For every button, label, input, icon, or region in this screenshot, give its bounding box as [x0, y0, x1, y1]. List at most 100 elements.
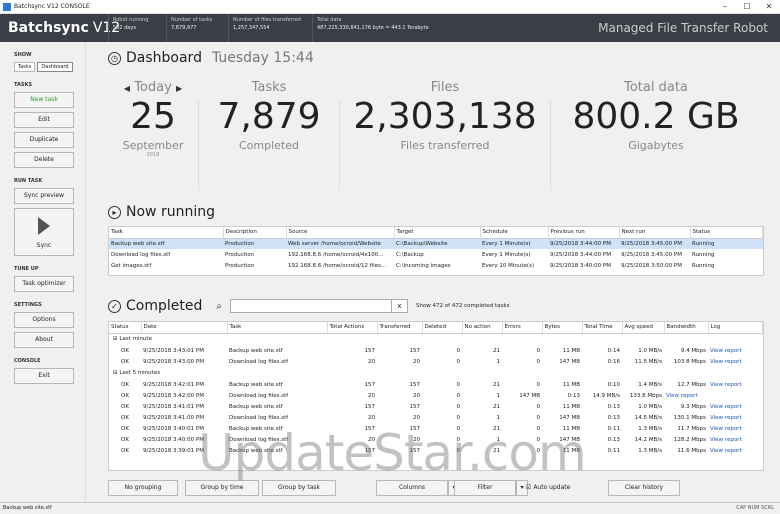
dashboard-heading: ◷ Dashboard Tuesday 15:44 — [108, 50, 768, 66]
next-day-icon[interactable]: ▶ — [176, 84, 182, 93]
options-button[interactable]: Options — [14, 312, 74, 328]
table-cell: 11 MB — [562, 347, 580, 354]
group-by-time-button[interactable]: Group by time — [185, 480, 259, 496]
table-cell: 1 — [496, 358, 501, 365]
table-cell: 9/25/2018 3:45:00 PM — [619, 238, 690, 249]
table-cell: OK — [121, 436, 129, 443]
table-row[interactable]: Get images.stf Production 192.168.8.6 /hom… — [109, 260, 763, 271]
col-status[interactable]: Status — [109, 322, 142, 334]
edit-button[interactable]: Edit — [14, 112, 74, 128]
clear-history-button[interactable]: Clear history — [608, 480, 680, 496]
col-transferred[interactable]: Transferred — [377, 322, 423, 334]
group-by-task-button[interactable]: Group by task — [262, 480, 336, 496]
table-cell: 9.4 Mbps — [680, 347, 706, 354]
view-report-link[interactable]: View report — [664, 390, 708, 401]
col-source[interactable]: Source — [286, 227, 395, 239]
keyboard-indicators: CAP NUM SCRL — [736, 505, 774, 511]
clear-search-button[interactable]: x — [390, 300, 407, 312]
columns-dropdown[interactable]: Columns — [376, 480, 448, 496]
table-cell: 9/25/2018 3:44:00 PM — [548, 238, 619, 249]
prev-day-icon[interactable]: ◀ — [124, 84, 130, 93]
now-running-table[interactable]: Task Description Source Target Schedule … — [108, 226, 764, 276]
stat-value: 1,257,347,554 — [233, 25, 270, 31]
close-icon[interactable]: ✕ — [758, 2, 780, 11]
filter-dropdown[interactable]: Filter — [454, 480, 516, 496]
view-report-link[interactable]: View report — [708, 379, 763, 390]
table-row[interactable]: OK 9/25/2018 3:42:00 PM Download log files… — [109, 390, 763, 401]
table-cell: Running — [690, 238, 763, 249]
no-grouping-button[interactable]: No grouping — [108, 480, 178, 496]
col-schedule[interactable]: Schedule — [480, 227, 549, 239]
col-bytes[interactable]: Bytes — [542, 322, 583, 334]
stat-total-data: Total data 487,225,330,841,176 byte = 443… — [312, 14, 462, 42]
stat-label: Robot running — [113, 17, 149, 23]
col-date[interactable]: Date — [141, 322, 228, 334]
table-row[interactable]: Backup web site.stf Production Web server … — [109, 238, 763, 249]
kpi-tasks: Tasks 7,879 Completed — [199, 80, 339, 190]
table-cell: Download log files.stf — [229, 392, 289, 399]
view-report-link[interactable]: View report — [708, 345, 763, 356]
table-cell: 9/25/2018 3:42:00 PM — [143, 392, 204, 399]
auto-update-checkbox[interactable]: ☑ Auto update — [526, 484, 570, 491]
table-row[interactable]: Download log files.stf Production 192.168.… — [109, 249, 763, 260]
table-cell: 20 — [368, 414, 375, 421]
table-row[interactable]: OK 9/25/2018 3:43:01 PM Backup web site.st… — [109, 345, 763, 356]
new-task-button[interactable]: New task — [14, 92, 74, 108]
col-errors[interactable]: Errors — [502, 322, 543, 334]
maximize-icon[interactable]: ☐ — [736, 2, 758, 11]
view-report-link[interactable]: View report — [708, 445, 763, 456]
table-cell: 157 — [364, 381, 376, 388]
table-cell: 0 — [536, 414, 541, 421]
col-bandwidth[interactable]: Bandwidth — [664, 322, 709, 334]
table-cell: 192.168.8.6 /home/ocroid/4x100... — [288, 251, 384, 258]
duplicate-button[interactable]: Duplicate — [14, 132, 74, 148]
view-report-link[interactable]: View report — [708, 356, 763, 367]
task-optimizer-button[interactable]: Task optimizer — [14, 276, 74, 292]
table-cell: 1.4 MB/s — [638, 381, 662, 388]
table-cell: Every 1 Minute(s) — [480, 238, 548, 249]
show-tasks-button[interactable]: Tasks — [14, 62, 36, 72]
col-task[interactable]: Task — [227, 322, 328, 334]
show-dashboard-button[interactable]: Dashboard — [37, 62, 73, 72]
sync-preview-button[interactable]: Sync preview — [14, 188, 74, 204]
delete-button[interactable]: Delete — [14, 152, 74, 168]
now-running-title: Now running — [126, 204, 215, 220]
col-next-run[interactable]: Next run — [619, 227, 691, 239]
table-row[interactable]: OK 9/25/2018 3:43:00 PM Download log files… — [109, 356, 763, 367]
exit-button[interactable]: Exit — [14, 368, 74, 384]
view-report-link[interactable]: View report — [708, 434, 763, 445]
col-target[interactable]: Target — [394, 227, 481, 239]
col-log[interactable]: Log — [708, 322, 763, 334]
about-button[interactable]: About — [14, 332, 74, 348]
sync-button[interactable]: Sync — [14, 208, 74, 256]
group-label: ⊟ Last minute — [109, 333, 763, 345]
search-input[interactable]: x — [229, 299, 408, 313]
col-avg-speed[interactable]: Avg speed — [622, 322, 665, 334]
table-row[interactable]: OK 9/25/2018 3:42:01 PM Backup web site.st… — [109, 379, 763, 390]
col-deleted[interactable]: Deleted — [422, 322, 463, 334]
minimize-icon[interactable]: – — [714, 2, 736, 11]
group-name: Last 5 minutes — [119, 370, 161, 376]
col-no-action[interactable]: No action — [462, 322, 503, 334]
col-total-time[interactable]: Total Time — [582, 322, 623, 334]
table-cell: Backup web site.stf — [229, 347, 283, 354]
col-previous-run[interactable]: Previous run — [548, 227, 620, 239]
view-report-link[interactable]: View report — [708, 412, 763, 423]
col-status[interactable]: Status — [690, 227, 763, 239]
group-header[interactable]: ⊟ Last minute — [109, 333, 763, 345]
col-task[interactable]: Task — [109, 227, 224, 239]
search-icon: ⌕ — [216, 300, 222, 312]
col-total-actions[interactable]: Total Actions — [327, 322, 378, 334]
data-value: 800.2 GB — [572, 96, 740, 137]
col-description[interactable]: Description — [223, 227, 287, 239]
view-report-link[interactable]: View report — [708, 423, 763, 434]
table-row[interactable]: OK 9/25/2018 3:41:00 PM Download log files… — [109, 412, 763, 423]
columns-label: Columns — [398, 484, 426, 491]
data-label: Total data — [624, 80, 688, 95]
table-row[interactable]: OK 9/25/2018 3:41:01 PM Backup web site.st… — [109, 401, 763, 412]
group-header[interactable]: ⊟ Last 5 minutes — [109, 367, 763, 379]
table-cell: 9/25/2018 3:45:00 PM — [621, 251, 682, 258]
brand-name: Batchsync — [8, 20, 89, 36]
table-cell: 147 MB — [559, 358, 580, 365]
view-report-link[interactable]: View report — [708, 401, 763, 412]
